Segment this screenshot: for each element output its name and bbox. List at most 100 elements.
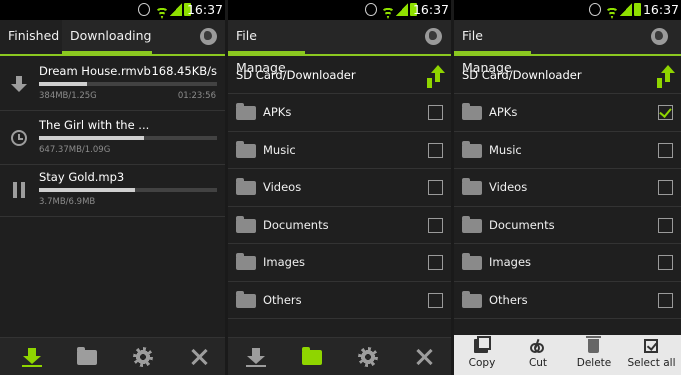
select-all-button[interactable]: Select all xyxy=(622,335,681,375)
folder-checkbox[interactable] xyxy=(428,217,443,233)
folder-name: APKs xyxy=(263,105,292,119)
tab-bar: Finished Downloading xyxy=(0,20,225,56)
delete-button[interactable]: Delete xyxy=(566,335,622,375)
folder-row[interactable]: Music xyxy=(454,132,681,169)
selection-action-bar: Copy Cut Delete Select all xyxy=(454,335,681,375)
folder-row[interactable]: APKs xyxy=(228,94,451,132)
progress-fill xyxy=(39,82,88,86)
folder-icon xyxy=(462,253,482,270)
globe-icon[interactable] xyxy=(651,28,668,45)
folder-icon xyxy=(236,215,256,233)
folder-row[interactable]: Images xyxy=(454,244,681,282)
folder-icon xyxy=(236,103,256,120)
folder-checkbox[interactable] xyxy=(658,292,673,308)
folder-name: APKs xyxy=(489,105,518,119)
download-name: Dream House.rmvb xyxy=(39,64,151,78)
folder-row[interactable]: Videos xyxy=(454,169,681,207)
download-item[interactable]: Dream House.rmvb 168.45KB/s 384MB/1.25G … xyxy=(0,58,225,111)
folder-row[interactable]: Documents xyxy=(228,207,451,244)
download-nav-icon[interactable] xyxy=(22,347,42,367)
progress-bar xyxy=(39,136,217,140)
gear-icon[interactable] xyxy=(133,347,153,367)
folder-name: Music xyxy=(489,142,522,157)
download-item[interactable]: The Girl with the ... 647.37MB/1.09G xyxy=(0,112,225,165)
folder-nav-icon[interactable] xyxy=(77,347,97,365)
folder-checkbox[interactable] xyxy=(428,105,443,120)
copy-button[interactable]: Copy xyxy=(454,335,510,375)
download-arrow-icon[interactable] xyxy=(11,76,27,92)
tab-bar: File Manage xyxy=(454,20,681,75)
clock-icon[interactable] xyxy=(11,130,27,146)
folder-checkbox[interactable] xyxy=(428,292,443,308)
tools-icon[interactable] xyxy=(414,347,434,367)
tab-file-manage[interactable]: File Manage xyxy=(228,20,305,75)
progress-bar xyxy=(39,82,217,86)
folder-checkbox[interactable] xyxy=(428,255,443,270)
copy-icon xyxy=(474,336,491,353)
alarm-icon xyxy=(365,3,377,16)
folder-checkbox[interactable] xyxy=(428,180,443,195)
battery-icon xyxy=(634,3,641,16)
folder-icon xyxy=(236,140,256,158)
up-folder-icon[interactable] xyxy=(427,65,445,83)
folder-checkbox[interactable] xyxy=(428,142,443,158)
up-folder-icon[interactable] xyxy=(657,65,675,83)
path-row[interactable]: SD Card/Downloader xyxy=(228,56,451,94)
folder-checkbox[interactable] xyxy=(658,217,673,233)
tools-icon[interactable] xyxy=(189,347,209,367)
current-path: SD Card/Downloader xyxy=(236,68,356,82)
folder-icon xyxy=(236,178,256,195)
folder-row[interactable]: APKs xyxy=(454,94,681,132)
folder-row[interactable]: Others xyxy=(454,282,681,319)
tab-downloading[interactable]: Downloading xyxy=(62,20,152,54)
folder-name: Videos xyxy=(263,180,302,194)
folder-nav-icon[interactable] xyxy=(302,347,322,365)
tab-finished[interactable]: Finished xyxy=(0,20,62,54)
download-eta: 01:23:56 xyxy=(177,91,216,101)
signal-icon xyxy=(620,3,632,16)
wifi-icon xyxy=(155,3,169,16)
cut-button[interactable]: Cut xyxy=(510,335,566,375)
select-all-label: Select all xyxy=(627,357,676,369)
gear-icon[interactable] xyxy=(358,347,378,367)
wifi-icon xyxy=(381,3,395,16)
copy-label: Copy xyxy=(468,357,496,369)
folder-name: Others xyxy=(263,292,302,307)
wifi-icon xyxy=(605,3,619,16)
progress-fill xyxy=(39,188,136,192)
bottom-nav xyxy=(228,337,451,375)
folder-row[interactable]: Music xyxy=(228,132,451,169)
tab-file-manage[interactable]: File Manage xyxy=(454,20,531,75)
clock: 16:37 xyxy=(642,2,679,17)
folder-checkbox[interactable] xyxy=(658,105,673,120)
folder-row[interactable]: Documents xyxy=(454,207,681,244)
folder-checkbox[interactable] xyxy=(658,255,673,270)
pause-icon[interactable] xyxy=(11,182,27,198)
clock: 16:37 xyxy=(186,2,223,17)
path-row[interactable]: SD Card/Downloader xyxy=(454,56,681,94)
folder-row[interactable]: Others xyxy=(228,282,451,319)
status-bar: 16:37 xyxy=(228,0,451,20)
folder-checkbox[interactable] xyxy=(658,142,673,158)
download-name: Stay Gold.mp3 xyxy=(39,170,125,184)
folder-name: Images xyxy=(263,255,306,269)
status-bar: 16:37 xyxy=(0,0,225,20)
globe-icon[interactable] xyxy=(200,28,217,45)
progress-fill xyxy=(39,136,145,140)
trash-icon xyxy=(586,336,601,353)
folder-name: Others xyxy=(489,292,528,307)
folder-checkbox[interactable] xyxy=(658,180,673,195)
download-item[interactable]: Stay Gold.mp3 3.7MB/6.9MB xyxy=(0,164,225,217)
folder-row[interactable]: Images xyxy=(228,244,451,282)
download-nav-icon[interactable] xyxy=(246,347,266,367)
globe-icon[interactable] xyxy=(425,28,442,45)
download-size: 3.7MB/6.9MB xyxy=(39,197,96,207)
status-bar: 16:37 xyxy=(454,0,681,20)
signal-icon xyxy=(170,3,182,16)
file-manager-selection-screen: 16:37 File Manage SD Card/Downloader APK… xyxy=(454,0,681,375)
folder-icon xyxy=(462,215,482,233)
folder-row[interactable]: Videos xyxy=(228,169,451,207)
tab-bar: File Manage xyxy=(228,20,451,75)
alarm-icon xyxy=(589,3,601,16)
alarm-icon xyxy=(138,3,150,16)
